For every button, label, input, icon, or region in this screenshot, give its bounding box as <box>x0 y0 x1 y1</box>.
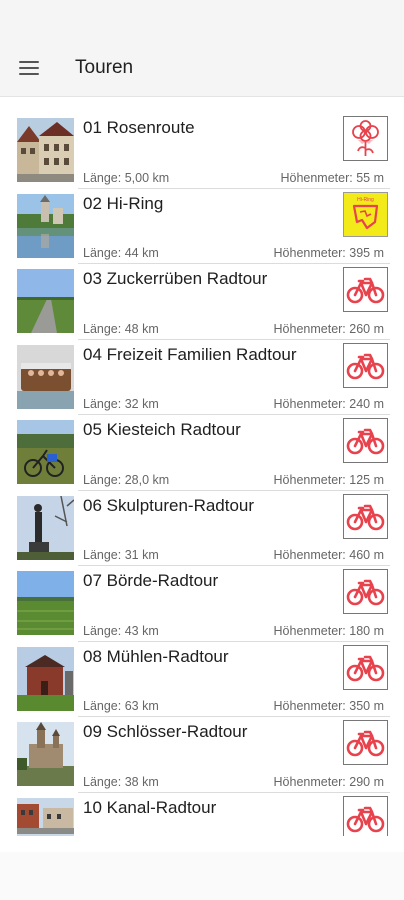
tour-name: 02 Hi-Ring <box>83 193 164 213</box>
tour-elevation: Höhenmeter: 180 m <box>273 623 384 638</box>
bicycle-icon <box>346 730 385 757</box>
tour-name: 08 Mühlen-Radtour <box>83 646 229 666</box>
tour-thumbnail <box>17 571 74 635</box>
tour-type-badge <box>343 493 388 539</box>
tour-type-badge <box>343 267 388 312</box>
tour-length: Länge: 43 km <box>83 623 159 638</box>
tour-list-item[interactable]: 06 Skulpturen-Radtour Länge: 31 km Höhenme… <box>0 489 404 566</box>
rose-icon <box>352 120 379 156</box>
tour-thumbnail <box>17 420 74 484</box>
tour-elevation: Höhenmeter: 240 m <box>273 397 384 411</box>
bicycle-icon <box>346 655 385 681</box>
tour-length: Länge: 28,0 km <box>83 472 170 487</box>
bicycle-icon <box>346 353 385 379</box>
tour-name: 03 Zuckerrüben Radtour <box>83 269 268 288</box>
bottom-area <box>0 852 404 900</box>
bicycle-icon <box>346 806 385 832</box>
tour-length: Länge: 63 km <box>83 699 159 713</box>
tour-list-item[interactable]: 04 Freizeit Familien Radtour Länge: 32 km… <box>0 338 404 415</box>
tour-type-badge <box>343 116 388 161</box>
bicycle-icon <box>346 277 385 304</box>
tour-elevation: Höhenmeter: 125 m <box>273 472 384 487</box>
app-bar: Touren <box>0 40 404 97</box>
page-title: Touren <box>75 57 134 78</box>
tour-type-badge <box>343 569 388 614</box>
tour-thumbnail <box>17 344 74 409</box>
tour-name: 05 Kiesteich Radtour <box>83 420 241 439</box>
tour-type-badge <box>343 418 388 463</box>
tour-list-item[interactable]: 01 Rosenroute Länge: 5,00 km Höhenmeter: 5… <box>0 112 404 188</box>
tour-type-badge <box>343 644 388 690</box>
tour-list-item[interactable]: 02 Hi-Ring Länge: 44 km Höhenmeter: 395 m H… <box>0 187 404 264</box>
bicycle-icon <box>346 504 385 530</box>
tour-thumbnail <box>17 646 74 711</box>
tour-list[interactable]: 01 Rosenroute Länge: 5,00 km Höhenmeter: 5… <box>0 112 404 836</box>
tour-thumbnail <box>17 495 74 560</box>
tour-list-item[interactable]: 10 Kanal-Radtour <box>0 791 404 836</box>
tour-name: 06 Skulpturen-Radtour <box>83 495 255 515</box>
tour-elevation: Höhenmeter: 260 m <box>273 321 384 336</box>
tour-list-item[interactable]: 09 Schlösser-Radtour Länge: 38 km Höhenmet… <box>0 716 404 792</box>
tour-length: Länge: 31 km <box>83 548 159 562</box>
tour-elevation: Höhenmeter: 290 m <box>273 774 384 789</box>
menu-icon[interactable] <box>19 61 39 75</box>
tour-type-badge <box>343 342 388 388</box>
tour-name: 07 Börde-Radtour <box>83 571 219 590</box>
tour-list-item[interactable]: 07 Börde-Radtour Länge: 43 km Höhenmeter: … <box>0 565 404 641</box>
tour-elevation: Höhenmeter: 350 m <box>273 699 384 713</box>
status-bar <box>0 0 404 40</box>
hi-ring-icon: Hi-Ring <box>352 197 379 229</box>
tour-type-badge: Hi-Ring <box>343 191 388 237</box>
tour-name: 10 Kanal-Radtour <box>83 797 217 817</box>
tour-list-item[interactable]: 03 Zuckerrüben Radtour Länge: 48 km Höhenm… <box>0 263 404 339</box>
tour-type-badge <box>343 795 388 836</box>
bicycle-icon <box>346 428 385 455</box>
tour-elevation: Höhenmeter: 460 m <box>273 548 384 562</box>
tour-length: Länge: 48 km <box>83 321 159 336</box>
tour-thumbnail <box>17 797 74 836</box>
svg-text:Hi-Ring: Hi-Ring <box>357 197 374 203</box>
tour-elevation: Höhenmeter: 55 m <box>280 170 384 185</box>
tour-thumbnail <box>17 269 74 333</box>
tour-list-item[interactable]: 08 Mühlen-Radtour Länge: 63 km Höhenmeter:… <box>0 640 404 717</box>
tour-list-item[interactable]: 05 Kiesteich Radtour Länge: 28,0 km Höhenm… <box>0 414 404 490</box>
tour-thumbnail <box>17 118 74 182</box>
tour-thumbnail <box>17 193 74 258</box>
tour-name: 01 Rosenroute <box>83 118 195 137</box>
tour-type-badge <box>343 720 388 765</box>
tour-elevation: Höhenmeter: 395 m <box>273 246 384 260</box>
tour-length: Länge: 38 km <box>83 774 159 789</box>
tour-length: Länge: 5,00 km <box>83 170 170 185</box>
bicycle-icon <box>346 579 385 606</box>
tour-thumbnail <box>17 722 74 786</box>
tour-name: 04 Freizeit Familien Radtour <box>83 344 297 364</box>
tour-length: Länge: 44 km <box>83 246 159 260</box>
tour-length: Länge: 32 km <box>83 397 159 411</box>
tour-name: 09 Schlösser-Radtour <box>83 722 248 741</box>
